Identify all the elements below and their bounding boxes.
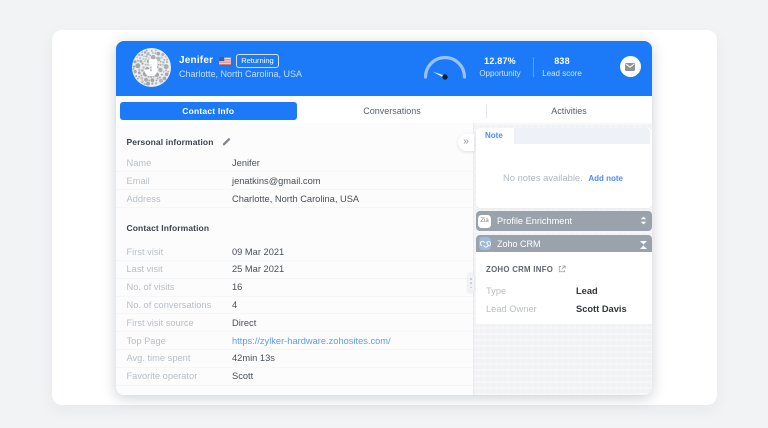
svg-text:J: J <box>145 57 157 80</box>
